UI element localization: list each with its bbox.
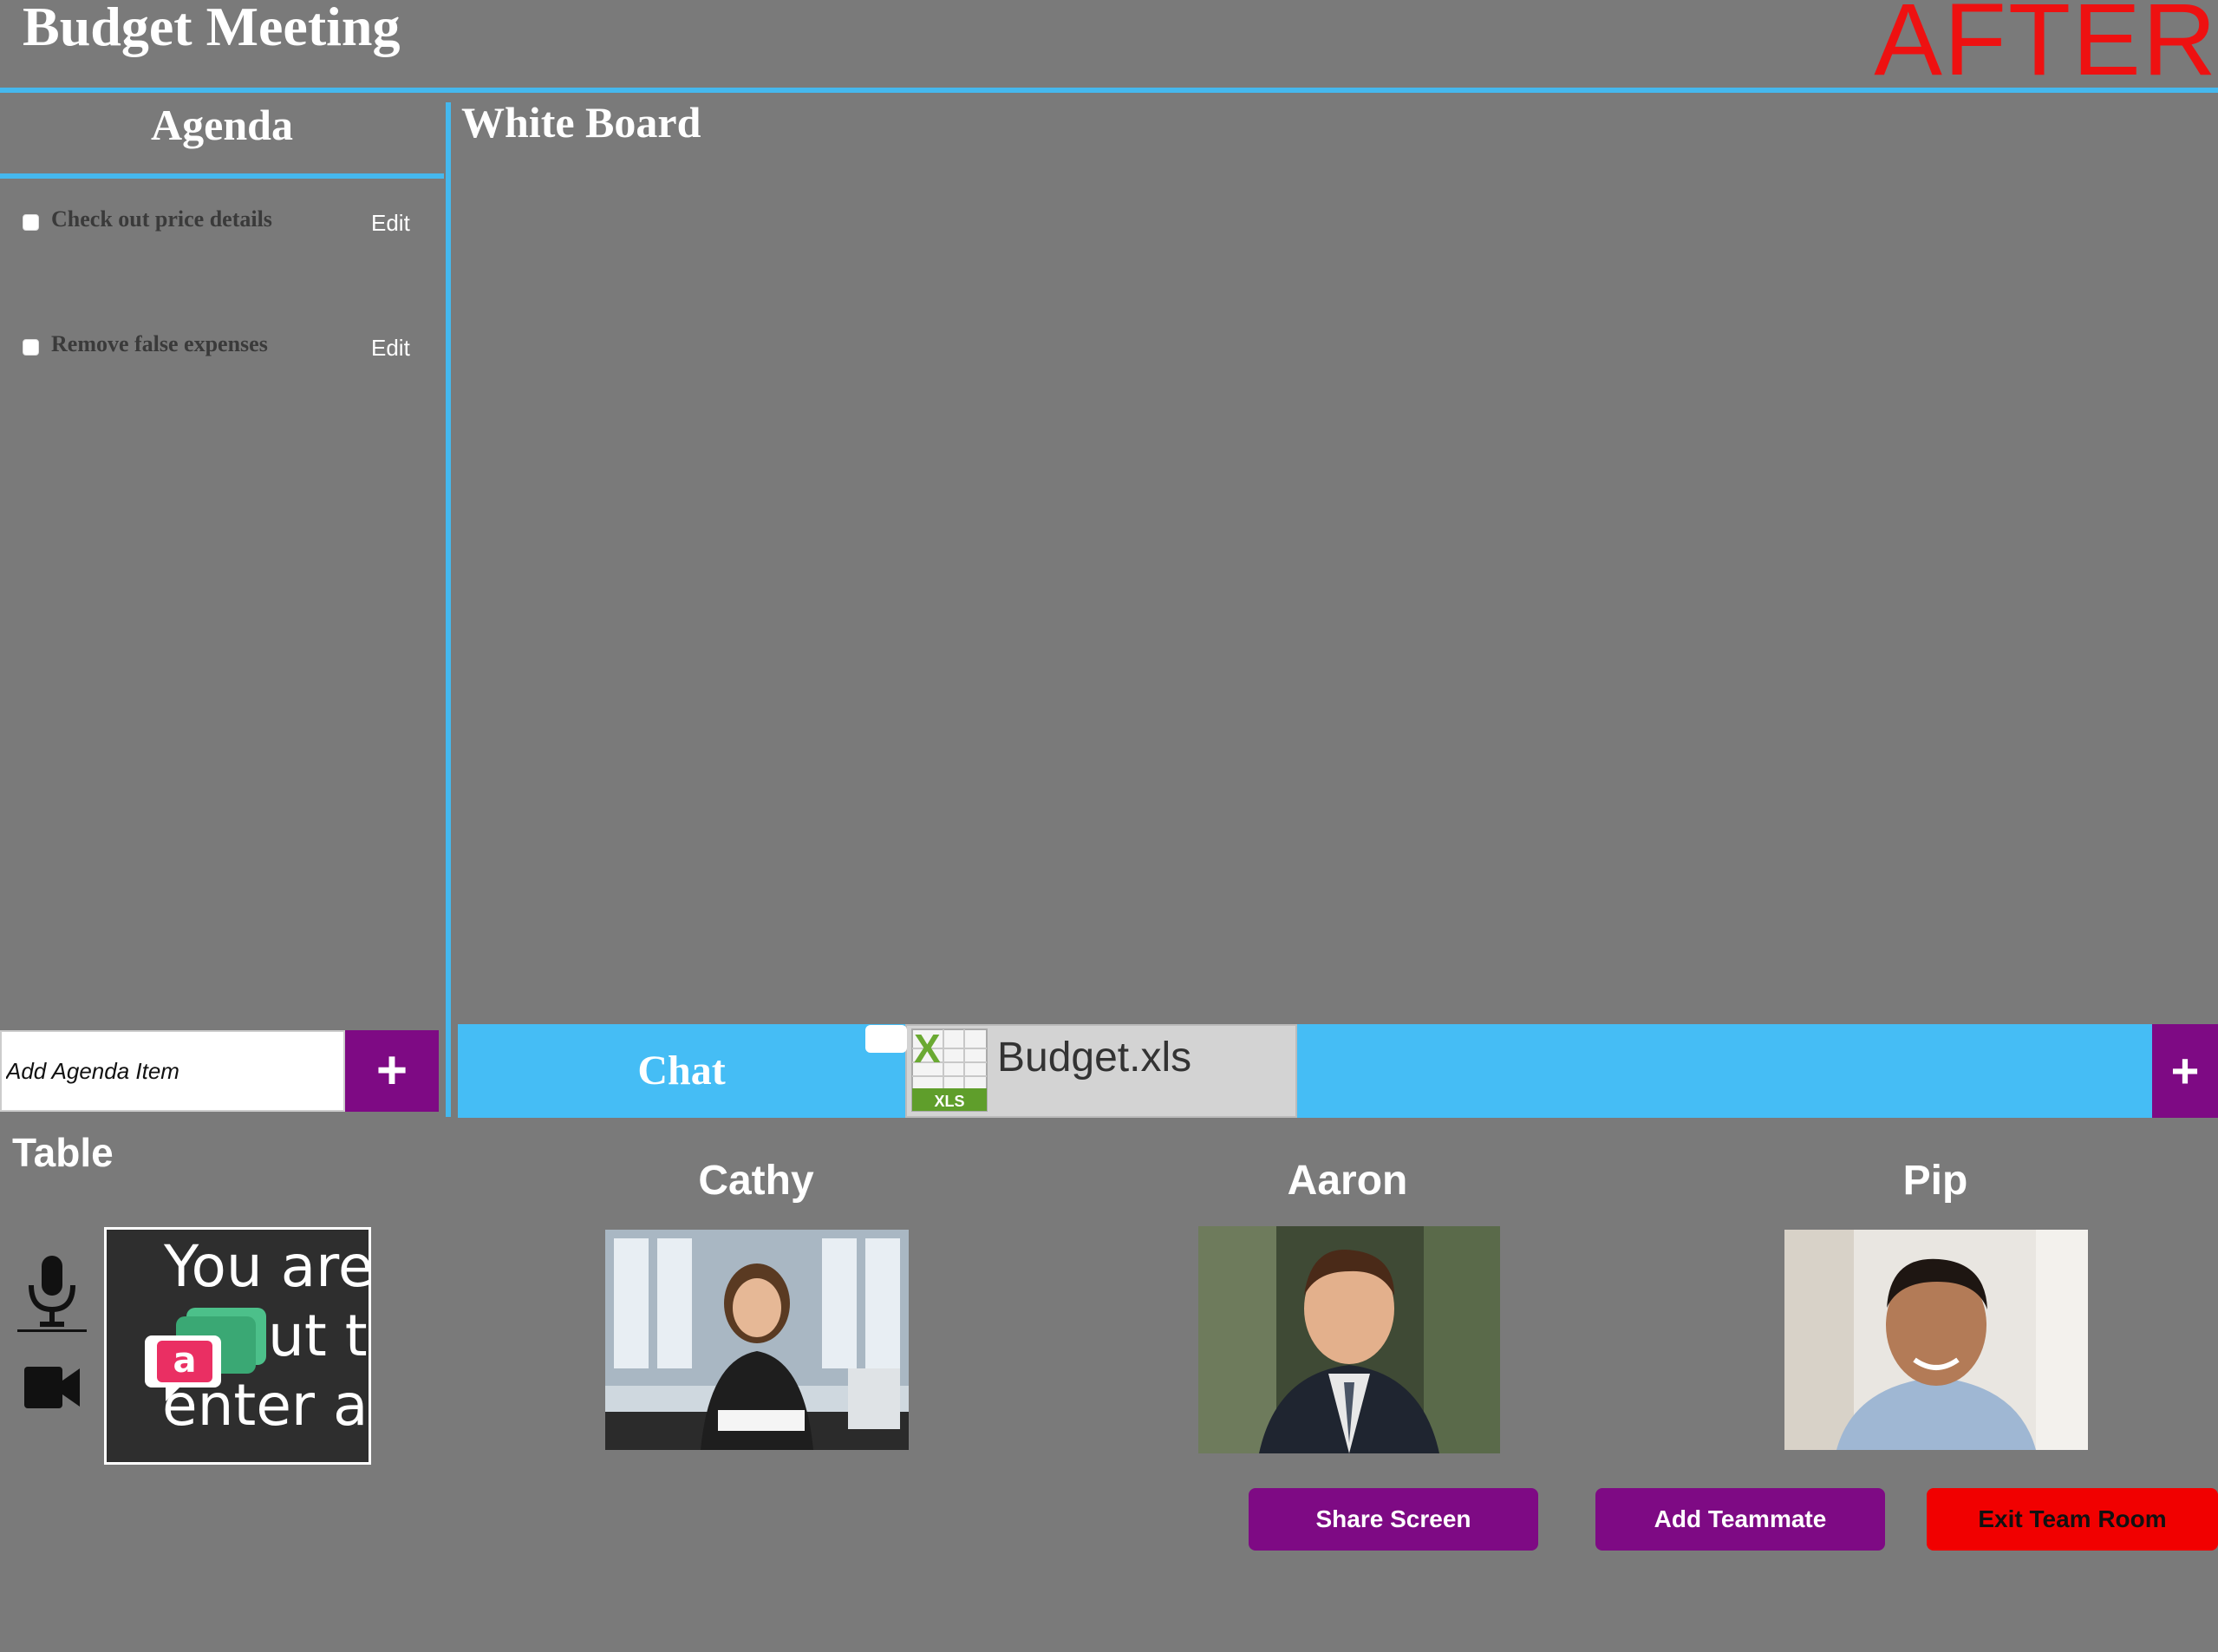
agenda-item-edit-button[interactable]: Edit	[371, 335, 410, 362]
file-type-label: XLS	[934, 1093, 964, 1110]
participant-photo-cathy	[605, 1230, 909, 1450]
agenda-item-checkbox[interactable]	[23, 214, 39, 231]
panel-divider	[446, 102, 451, 1117]
video-camera-icon[interactable]	[23, 1363, 82, 1412]
after-label: AFTER	[1874, 0, 2218, 97]
add-agenda-item-input[interactable]	[0, 1030, 345, 1112]
agenda-title: Agenda	[151, 101, 293, 149]
agenda-item-label: Check out price details	[51, 206, 272, 232]
agenda-item: Remove false expenses Edit	[23, 331, 421, 366]
excel-file-icon: XLS X	[911, 1028, 988, 1112]
whiteboard-canvas[interactable]	[458, 147, 2218, 1019]
whiteboard-title: White Board	[461, 98, 701, 147]
agenda-item-label: Remove false expenses	[51, 331, 268, 356]
table-title: Table	[12, 1130, 114, 1175]
share-screen-button[interactable]: Share Screen	[1249, 1488, 1538, 1551]
controls-divider	[17, 1329, 87, 1332]
page-title: Budget Meeting	[23, 0, 401, 57]
agenda-item: Check out price details Edit	[23, 206, 421, 241]
chat-bubbles-icon: a	[145, 1308, 266, 1401]
participant-photo-aaron	[1198, 1226, 1500, 1453]
exit-team-room-button[interactable]: Exit Team Room	[1927, 1488, 2218, 1551]
add-tab-button[interactable]: +	[2152, 1024, 2218, 1118]
agenda-item-edit-button[interactable]: Edit	[371, 210, 410, 237]
self-video-text: You are	[164, 1233, 371, 1300]
svg-text:X: X	[914, 1028, 941, 1071]
svg-text:a: a	[173, 1341, 197, 1381]
microphone-icon[interactable]	[19, 1250, 85, 1337]
participant-photo-pip	[1784, 1230, 2088, 1450]
file-name: Budget.xls	[997, 1035, 1192, 1081]
header-divider	[0, 88, 2218, 93]
self-video-preview: You are ut to enter an a	[104, 1227, 371, 1465]
self-video-text: ut to	[268, 1303, 369, 1369]
participant-name: Pip	[1902, 1158, 1968, 1204]
add-agenda-item-button[interactable]: +	[345, 1030, 439, 1112]
participant-name: Cathy	[698, 1158, 814, 1204]
close-tab-button[interactable]	[865, 1025, 907, 1053]
agenda-divider	[0, 173, 444, 179]
tab-chat[interactable]: Chat	[458, 1024, 905, 1118]
add-teammate-button[interactable]: Add Teammate	[1595, 1488, 1885, 1551]
participant-name: Aaron	[1287, 1158, 1408, 1204]
agenda-item-checkbox[interactable]	[23, 339, 39, 356]
